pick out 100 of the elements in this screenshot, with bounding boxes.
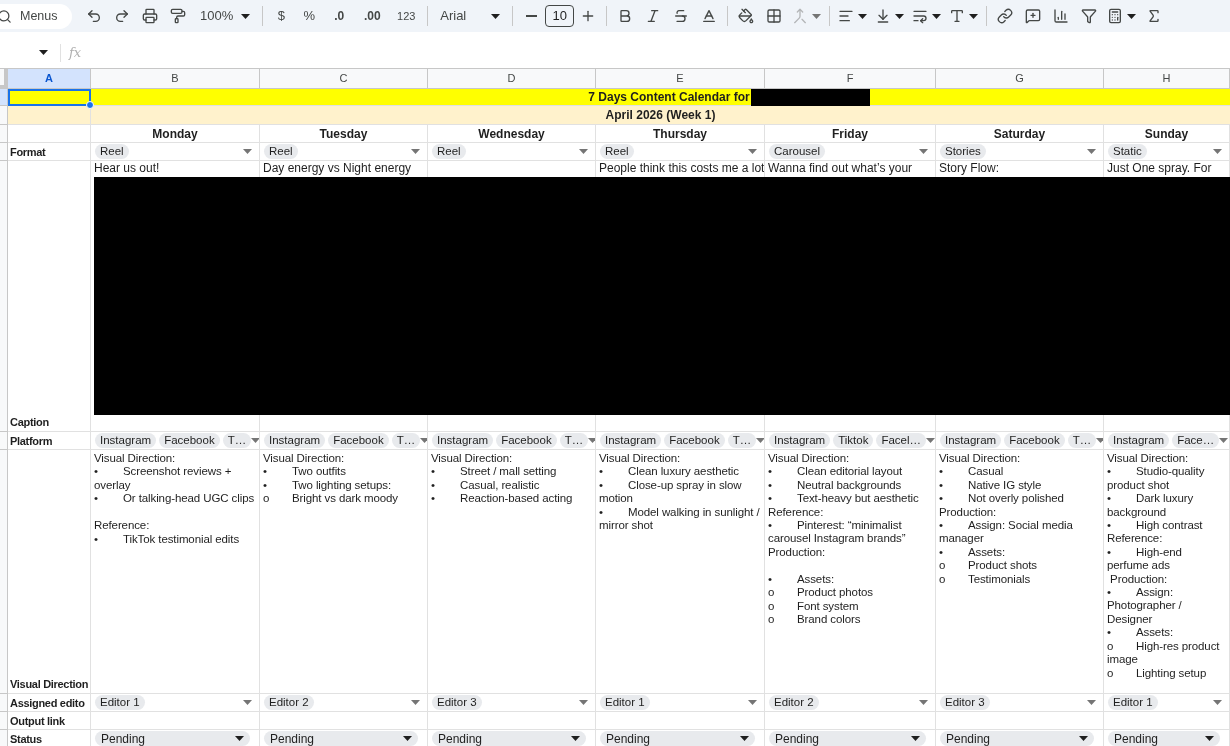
text-line: Visual Direction:: [599, 452, 682, 466]
minus-icon: [525, 15, 537, 17]
status-dropdown[interactable]: Pending: [1108, 731, 1220, 746]
platform-chip: T…: [727, 433, 757, 448]
platform-chip: Facebook: [496, 433, 557, 448]
calculator-icon: [1107, 8, 1124, 24]
caret-icon: [241, 13, 251, 19]
dropdown-caret-icon: [588, 438, 595, 443]
currency-button[interactable]: $: [267, 3, 296, 29]
list-item: • Or talking-head UGC clips: [94, 492, 256, 506]
align-left-icon: [838, 8, 855, 24]
filter-icon: [1081, 8, 1098, 24]
text-line: Reference:: [1107, 532, 1164, 546]
caret-icon: [932, 13, 942, 19]
redo-icon: [114, 8, 130, 24]
list-item: • Clean editorial layout: [768, 465, 904, 479]
dropdown-caret-icon: [1087, 149, 1096, 154]
platform-chip: Instagram: [264, 433, 326, 448]
caret-icon: [235, 736, 244, 741]
list-item: • Pinterest: “minimalist carousel Instagram brands”: [768, 519, 907, 546]
caption-text: Wanna find out what’s your: [768, 162, 914, 175]
dropdown-caret-icon: [243, 149, 252, 154]
caption-text: Day energy vs Night energy: [263, 162, 413, 175]
status-dropdown[interactable]: Pending: [769, 731, 926, 746]
column-header[interactable]: E: [596, 69, 765, 89]
list-item: • Assets:: [1107, 626, 1174, 640]
platform-chip: Instagram: [769, 433, 831, 448]
number-format-button[interactable]: 123: [389, 3, 424, 29]
list-item: • TikTok testimonial edits: [94, 532, 241, 546]
list-item: • Assign: Social media manager: [939, 519, 1074, 546]
list-item: • Studio-quality product shot: [1107, 465, 1206, 493]
dropdown-caret-icon: [1213, 700, 1222, 705]
format-chip: Static: [1108, 144, 1147, 159]
dropdown-caret-icon: [748, 149, 757, 154]
status-dropdown[interactable]: Pending: [600, 731, 755, 746]
list-item: • Close-up spray in slow motion: [599, 478, 743, 506]
list-item: • Street / mall setting: [431, 465, 558, 479]
row-label: Assigned edito: [10, 695, 85, 710]
status-dropdown[interactable]: Pending: [940, 731, 1094, 746]
platform-chip: Instagram: [600, 433, 662, 448]
list-item: • Casual, realistic: [431, 478, 541, 493]
column-header[interactable]: B: [91, 69, 260, 89]
row-label: Format: [10, 144, 46, 159]
list-item: o Product shots: [939, 559, 1038, 573]
column-header[interactable]: D: [428, 69, 596, 89]
column-header[interactable]: H: [1104, 69, 1230, 89]
text-line: Visual Direction:: [94, 452, 177, 466]
column-header[interactable]: G: [936, 69, 1104, 89]
dropdown-caret-icon: [579, 149, 588, 154]
row-label: Caption: [10, 415, 49, 429]
dropdown-caret-icon: [251, 438, 259, 443]
list-item: • High-end perfume ads: [1107, 545, 1183, 573]
paint-bucket-icon: [738, 8, 755, 24]
selected-cell[interactable]: [8, 89, 91, 106]
dropdown-caret-icon: [411, 700, 420, 705]
platform-chip: Instagram: [940, 433, 1002, 448]
text-line: Visual Direction:: [1107, 452, 1190, 466]
dropdown-caret-icon: [243, 700, 252, 705]
list-item: • Reaction-based acting: [431, 492, 574, 506]
row-label: Platform: [10, 433, 53, 448]
format-chip: Reel: [432, 144, 466, 159]
dropdown-caret-icon: [1087, 700, 1096, 705]
column-header[interactable]: C: [260, 69, 428, 89]
caret-icon: [858, 13, 868, 19]
dropdown-caret-icon: [1219, 438, 1229, 443]
caption-text: Just One spray. For: [1107, 162, 1213, 175]
increase-decimals-button[interactable]: .00: [355, 3, 390, 29]
dropdown-caret-icon: [748, 700, 757, 705]
column-header[interactable]: A: [8, 69, 91, 89]
status-dropdown[interactable]: Pending: [264, 731, 418, 746]
status-dropdown[interactable]: Pending: [432, 731, 586, 746]
merge-icon: [792, 8, 809, 24]
column-header[interactable]: F: [765, 69, 936, 89]
caret-icon: [969, 13, 979, 19]
zoom-dropdown[interactable]: 100%: [192, 3, 259, 29]
dropdown-caret-icon: [579, 700, 588, 705]
list-item: o Font system: [768, 599, 860, 613]
text-line: Visual Direction:: [768, 452, 851, 466]
text-rotation-icon: [949, 8, 966, 24]
editor-chip: Editor 3: [940, 695, 990, 710]
editor-chip: Editor 2: [769, 695, 819, 710]
caret-icon: [1127, 13, 1137, 19]
caret-icon: [895, 13, 905, 19]
dropdown-caret-icon: [411, 149, 420, 154]
caret-icon: [1079, 736, 1088, 741]
list-item: • Assets:: [768, 572, 835, 587]
platform-chip: T…: [1067, 433, 1097, 448]
font-dropdown[interactable]: Arial: [432, 3, 509, 29]
font-size-field[interactable]: 10: [545, 5, 575, 27]
list-item: o Brand colors: [768, 612, 862, 627]
platform-chip: T…: [222, 433, 252, 448]
status-dropdown[interactable]: Pending: [95, 731, 250, 746]
search-menus-field[interactable]: Menus: [0, 3, 72, 29]
list-item: • Two lighting setups:: [263, 478, 392, 493]
text-line: Visual Direction:: [263, 452, 346, 466]
list-item: o Lighting setup: [1107, 666, 1208, 680]
percent-button[interactable]: %: [295, 3, 324, 29]
caption-text: Hear us out!: [94, 162, 161, 175]
caret-icon: [812, 13, 822, 19]
decrease-decimals-button[interactable]: .0: [323, 3, 356, 29]
